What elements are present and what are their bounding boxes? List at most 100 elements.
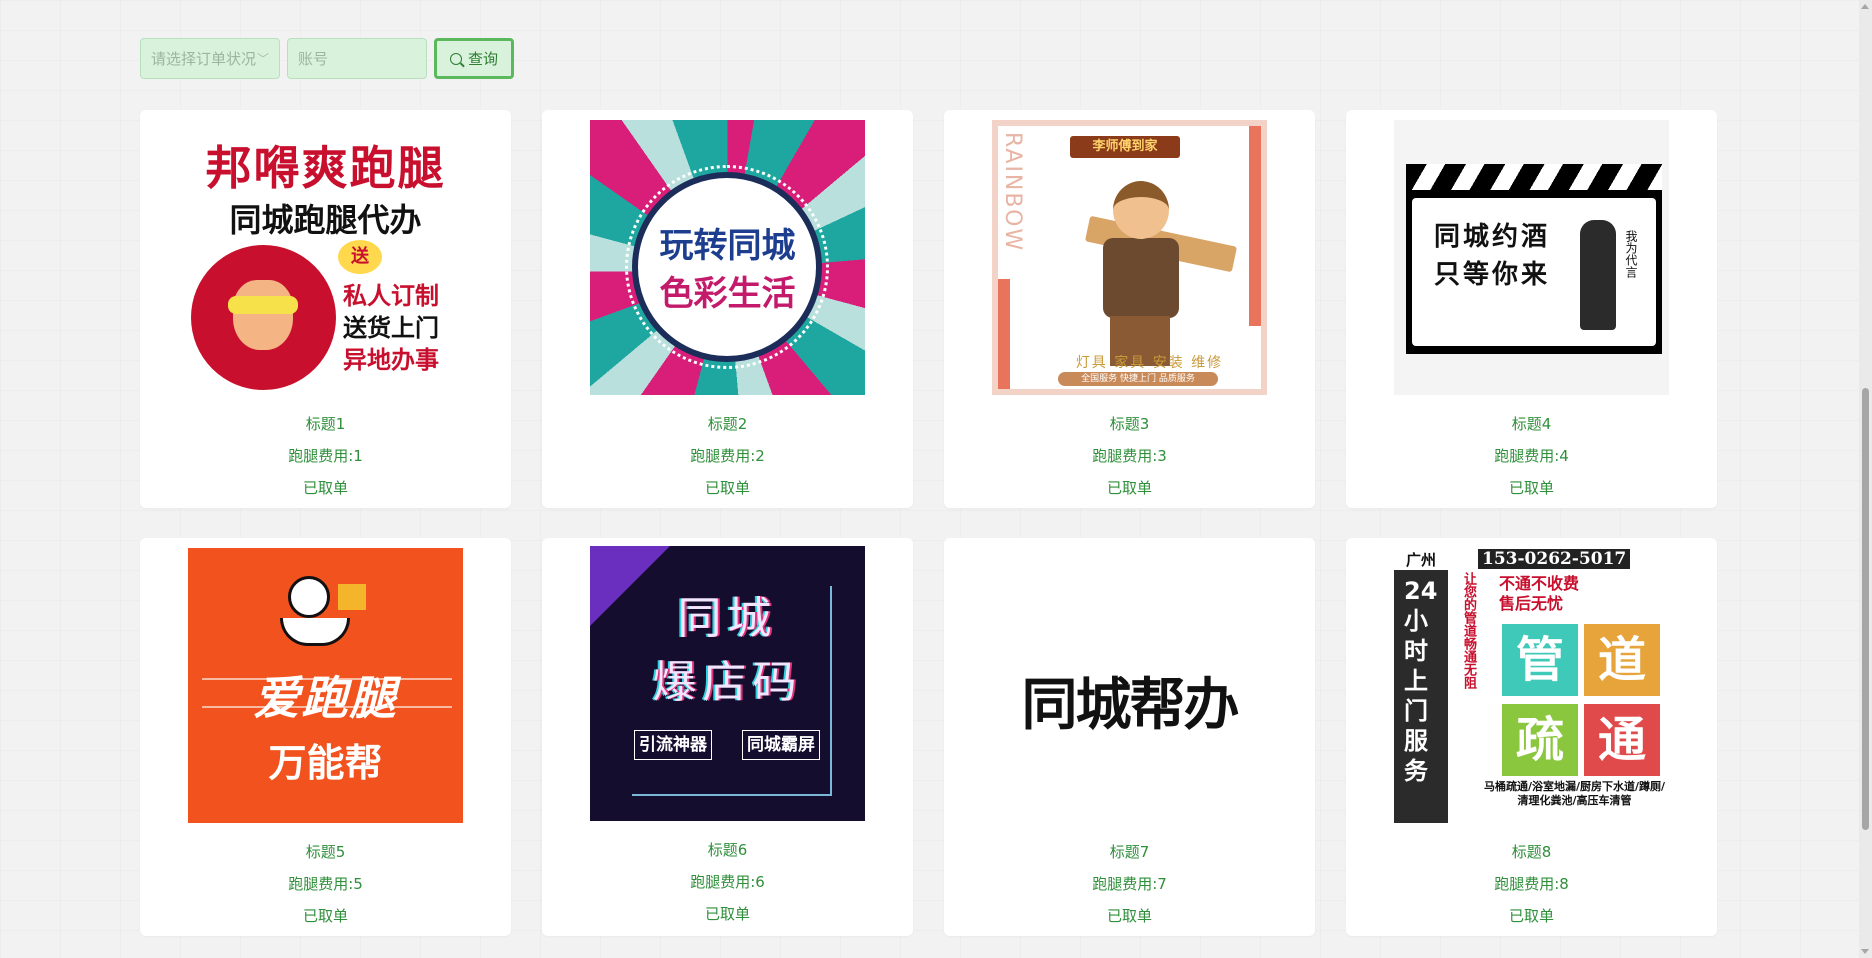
order-card[interactable]: 爱跑腿 万能帮 标题5 跑腿费用:5 已取单 [140,538,511,936]
card-title: 标题8 [1511,843,1552,861]
image-lines: 同城约酒 只等你来 [1434,218,1550,294]
image-tile: 管 [1502,624,1578,696]
card-info: 标题5 跑腿费用:5 已取单 [288,836,363,932]
filter-toolbar: 请选择订单状况 ﹀ 账号 查询 [140,38,514,79]
vertical-scrollbar[interactable] [1859,0,1872,958]
order-image: 同城帮办 [992,548,1267,823]
account-input[interactable]: 账号 [287,38,427,79]
order-image: 广州 153-0262-5017 24小时上门服务 让您的管道畅通无阻 不通不收… [1394,548,1669,823]
image-line: 同城约酒 [1434,222,1551,252]
image-line: 不通不收费 [1499,574,1580,593]
scroll-up-arrow-icon[interactable] [1861,4,1869,9]
card-status: 已取单 [1106,907,1152,925]
card-fee: 跑腿费用:5 [288,875,363,893]
order-status-select[interactable]: 请选择订单状况 ﹀ [140,38,280,79]
card-row: 邦嘚爽跑腿 同城跑腿代办 送 私人订制 送货上门 异地办事 标题1 跑腿费用:1… [140,110,1718,508]
image-line: 玩转同城 [659,226,796,266]
card-title: 标题3 [1109,415,1150,433]
order-card[interactable]: 邦嘚爽跑腿 同城跑腿代办 送 私人订制 送货上门 异地办事 标题1 跑腿费用:1… [140,110,511,508]
image-tile: 通 [1584,704,1660,776]
card-fee: 跑腿费用:7 [1092,875,1167,893]
image-tag: 引流神器 [634,730,712,760]
image-line: 只等你来 [1434,260,1551,290]
image-city: 广州 [1406,551,1437,569]
image-subcaption: 全国服务 快捷上门 品质服务 [1058,372,1218,386]
order-image: 同城约酒 只等你来 我为代言 [1394,120,1669,395]
query-button[interactable]: 查询 [434,38,514,79]
mascot-face [233,280,293,350]
image-banner: 李师傅到家 [1070,136,1180,158]
order-grid: 邦嘚爽跑腿 同城跑腿代办 送 私人订制 送货上门 异地办事 标题1 跑腿费用:1… [140,110,1718,958]
image-subheadline: 同城跑腿代办 [229,201,422,239]
card-fee: 跑腿费用:2 [690,447,765,465]
card-info: 标题3 跑腿费用:3 已取单 [1092,408,1167,504]
card-fee: 跑腿费用:8 [1494,875,1569,893]
card-title: 标题7 [1109,843,1150,861]
image-tag: 同城霸屏 [742,730,820,760]
card-status: 已取单 [1106,479,1152,497]
image-tile: 疏 [1502,704,1578,776]
account-placeholder: 账号 [298,50,329,68]
card-info: 标题4 跑腿费用:4 已取单 [1494,408,1569,504]
image-caption: 灯具 家具 安装 维修 [1075,355,1224,371]
figure-silhouette [1580,220,1616,330]
image-left-column: 24小时上门服务 [1394,570,1448,823]
card-info: 标题6 跑腿费用:6 已取单 [690,834,765,930]
card-status: 已取单 [302,907,348,925]
card-title: 标题2 [707,415,748,433]
order-card[interactable]: 同城约酒 只等你来 我为代言 标题4 跑腿费用:4 已取单 [1346,110,1717,508]
image-headline: 爱跑腿 [253,671,398,725]
scrollbar-thumb[interactable] [1862,388,1869,830]
card-info: 标题2 跑腿费用:2 已取单 [690,408,765,504]
order-card[interactable]: 广州 153-0262-5017 24小时上门服务 让您的管道畅通无阻 不通不收… [1346,538,1717,936]
card-info: 标题1 跑腿费用:1 已取单 [288,408,363,504]
card-info: 标题7 跑腿费用:7 已取单 [1092,836,1167,932]
order-image: 同城 爆店码 引流神器 同城霸屏 [590,546,865,821]
order-card[interactable]: RAINBOW 李师傅到家 灯具 家具 安装 维修 全国服务 快捷上门 品质服务… [944,110,1315,508]
order-card[interactable]: 同城帮办 标题7 跑腿费用:7 已取单 [944,538,1315,936]
image-line: 同城 [677,593,778,644]
card-info: 标题8 跑腿费用:8 已取单 [1494,836,1569,932]
image-side-text: RAINBOW [1000,132,1025,253]
runner-head [288,576,330,618]
card-fee: 跑腿费用:3 [1092,447,1167,465]
order-status-placeholder: 请选择订单状况 [151,50,257,68]
card-status: 已取单 [302,479,348,497]
image-line: 送货上门 [343,314,439,342]
mascot-glasses [228,296,298,314]
image-badge: 送 [338,240,382,274]
card-status: 已取单 [704,479,750,497]
worker-head [1113,181,1169,239]
image-tile: 道 [1584,624,1660,696]
query-label: 查询 [467,50,498,68]
card-fee: 跑腿费用:1 [288,447,363,465]
image-promo: 不通不收费 售后无忧 [1499,574,1579,614]
order-image: 爱跑腿 万能帮 [188,548,463,823]
card-title: 标题1 [305,415,346,433]
chevron-down-icon: ﹀ [256,52,269,66]
order-card[interactable]: 玩转同城 色彩生活 标题2 跑腿费用:2 已取单 [542,110,913,508]
image-bottom-text: 马桶疏通/浴室地漏/厨房下水道/蹲厕/清理化粪池/高压车清管 [1483,780,1666,807]
image-line: 爆店码 [652,657,803,708]
image-phone: 153-0262-5017 [1478,549,1631,569]
image-headline: 邦嘚爽跑腿 [205,141,446,195]
order-image: RAINBOW 李师傅到家 灯具 家具 安装 维修 全国服务 快捷上门 品质服务 [992,120,1267,395]
card-fee: 跑腿费用:4 [1494,447,1569,465]
image-accent [998,279,1010,389]
image-line: 私人订制 [343,282,439,310]
order-image: 玩转同城 色彩生活 [590,120,865,395]
image-subheadline: 万能帮 [268,741,383,785]
card-status: 已取单 [1508,479,1554,497]
clapper-stripes [1406,164,1662,190]
order-image: 邦嘚爽跑腿 同城跑腿代办 送 私人订制 送货上门 异地办事 [188,120,463,395]
card-title: 标题5 [305,843,346,861]
image-lines: 私人订制 送货上门 异地办事 [343,280,439,376]
card-row: 爱跑腿 万能帮 标题5 跑腿费用:5 已取单 同城 爆店码 引流神器 同城霸屏 … [140,538,1718,936]
image-accent [1249,126,1261,326]
scroll-down-arrow-icon[interactable] [1861,949,1869,954]
image-topbar: 广州 153-0262-5017 [1394,548,1669,570]
image-line: 异地办事 [343,346,439,374]
image-headline: 同城帮办 [1021,673,1240,738]
order-card[interactable]: 同城 爆店码 引流神器 同城霸屏 标题6 跑腿费用:6 已取单 [542,538,913,936]
card-fee: 跑腿费用:6 [690,873,765,891]
